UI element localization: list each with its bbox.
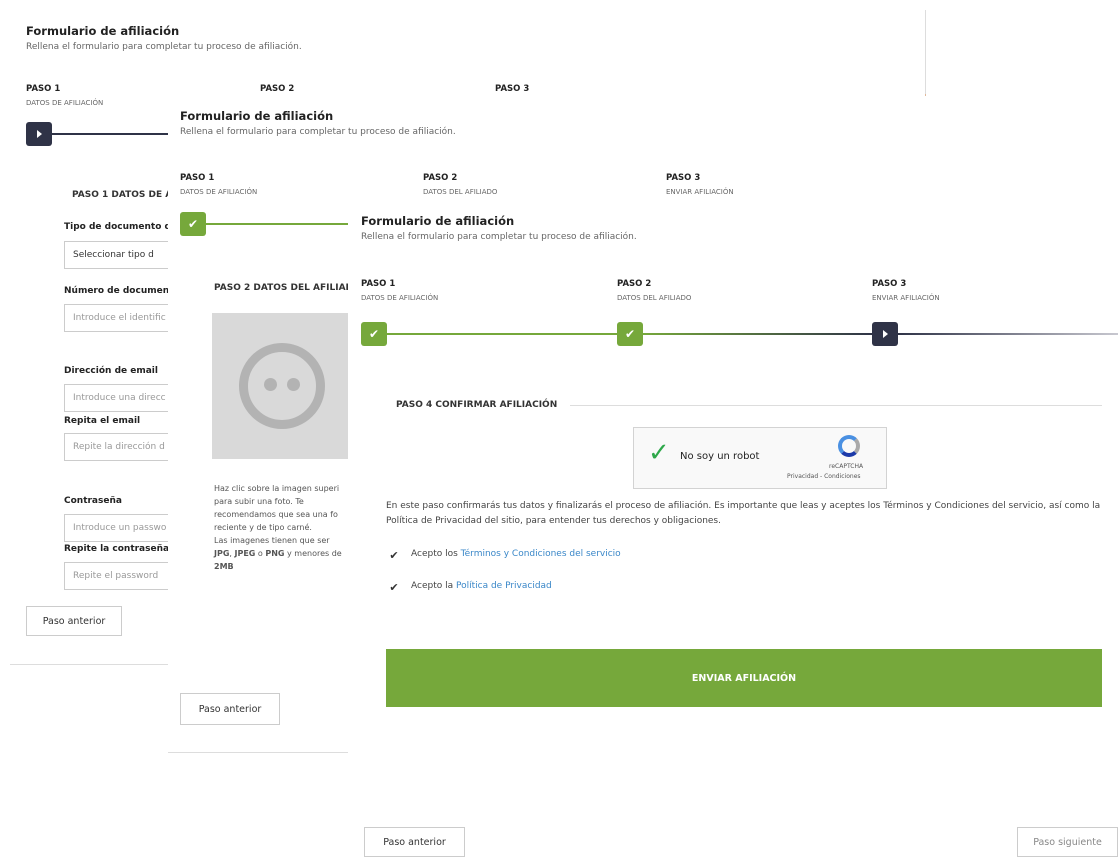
step-3-label: PASO 3 bbox=[495, 84, 530, 94]
submit-button[interactable]: ENVIAR AFILIACIÓN bbox=[386, 649, 1102, 707]
photo-help-text: Haz clic sobre la imagen superi para sub… bbox=[214, 484, 342, 571]
email-repeat-input[interactable]: Repite la dirección d bbox=[64, 433, 184, 461]
email-repeat-label: Repita el email bbox=[64, 416, 141, 426]
step-1-label: PASO 1 bbox=[26, 84, 61, 94]
photo-upload-area[interactable] bbox=[212, 313, 352, 459]
password-label: Contraseña bbox=[64, 496, 122, 506]
section-title: PASO 1 DATOS DE A bbox=[72, 190, 173, 200]
step-3-label: PASO 3 bbox=[872, 279, 907, 289]
progress-line-1 bbox=[387, 333, 617, 335]
step-1-done-node[interactable]: ✔ bbox=[361, 322, 387, 346]
divider bbox=[168, 752, 348, 753]
recaptcha-links[interactable]: Privacidad - Condiciones bbox=[787, 473, 861, 480]
step-1-current-node[interactable] bbox=[26, 122, 52, 146]
step-1-done-node[interactable]: ✔ bbox=[180, 212, 206, 236]
play-icon bbox=[882, 330, 888, 338]
play-icon bbox=[36, 130, 42, 138]
form-layer-step3: Formulario de afiliación Rellena el form… bbox=[348, 202, 1118, 857]
section-divider bbox=[570, 405, 1102, 406]
info-text: En este paso confirmarás tus datos y fin… bbox=[386, 501, 1101, 526]
privacy-text: Acepto la Política de Privacidad bbox=[411, 581, 552, 591]
password-input[interactable]: Introduce un passwo bbox=[64, 514, 184, 542]
form-title: Formulario de afiliación bbox=[26, 24, 180, 38]
next-step-button[interactable]: Paso siguiente bbox=[1017, 827, 1118, 857]
step-3-current-node[interactable] bbox=[872, 322, 898, 346]
step-2-label: PASO 2 bbox=[260, 84, 295, 94]
doc-type-select[interactable]: Seleccionar tipo d bbox=[64, 241, 184, 269]
step-1-sub: DATOS DE AFILIACIÓN bbox=[180, 188, 258, 196]
prev-step-button[interactable]: Paso anterior bbox=[364, 827, 465, 857]
email-label: Dirección de email bbox=[64, 366, 158, 376]
recaptcha-brand: reCAPTCHA bbox=[829, 463, 864, 470]
step-1-label: PASO 1 bbox=[361, 279, 396, 289]
progress-line bbox=[206, 223, 356, 225]
form-subtitle: Rellena el formulario para completar tu … bbox=[26, 42, 302, 52]
recaptcha-widget: ✓ No soy un robot reCAPTCHA Privacidad -… bbox=[633, 427, 887, 489]
recaptcha-logo-icon bbox=[838, 435, 860, 457]
terms-link[interactable]: Términos y Condiciones del servicio bbox=[461, 549, 621, 559]
step-2-done-node[interactable]: ✔ bbox=[617, 322, 643, 346]
progress-line-3 bbox=[898, 333, 1118, 335]
privacy-link[interactable]: Política de Privacidad bbox=[456, 581, 552, 591]
privacy-checkbox[interactable]: ✔ bbox=[388, 580, 400, 594]
password-repeat-label: Repite la contraseña bbox=[64, 544, 170, 554]
doc-number-input[interactable]: Introduce el identific bbox=[64, 304, 184, 332]
step-2-label: PASO 2 bbox=[423, 173, 458, 183]
step-3-sub: ENVIAR AFILIACIÓN bbox=[872, 294, 940, 302]
check-icon: ✔ bbox=[368, 327, 380, 341]
step-2-label: PASO 2 bbox=[617, 279, 652, 289]
check-icon: ✔ bbox=[389, 580, 399, 594]
section-title: PASO 2 DATOS DEL AFILIAD bbox=[214, 283, 354, 293]
prev-step-button[interactable]: Paso anterior bbox=[180, 693, 280, 725]
step-2-sub: DATOS DEL AFILIADO bbox=[423, 188, 498, 196]
form-subtitle: Rellena el formulario para completar tu … bbox=[180, 127, 456, 137]
check-icon: ✔ bbox=[624, 327, 636, 341]
step-3-label: PASO 3 bbox=[666, 173, 701, 183]
step-1-sub: DATOS DE AFILIACIÓN bbox=[26, 99, 104, 107]
password-repeat-input[interactable]: Repite el password bbox=[64, 562, 184, 590]
doc-number-label: Número de documen bbox=[64, 286, 170, 296]
step-1-label: PASO 1 bbox=[180, 173, 215, 183]
progress-line bbox=[52, 133, 182, 135]
prev-step-button[interactable]: Paso anterior bbox=[26, 606, 122, 636]
progress-line-2 bbox=[643, 333, 872, 335]
terms-checkbox[interactable]: ✔ bbox=[388, 548, 400, 562]
check-icon: ✔ bbox=[187, 217, 199, 231]
step-2-sub: DATOS DEL AFILIADO bbox=[617, 294, 692, 302]
section-title: PASO 4 CONFIRMAR AFILIACIÓN bbox=[396, 400, 558, 410]
step-3-sub: ENVIAR AFILIACIÓN bbox=[666, 188, 734, 196]
recaptcha-label: No soy un robot bbox=[680, 451, 760, 462]
email-input[interactable]: Introduce una direcc bbox=[64, 384, 184, 412]
checkmark-icon[interactable]: ✓ bbox=[648, 440, 670, 466]
form-title: Formulario de afiliación bbox=[361, 214, 515, 228]
check-icon: ✔ bbox=[389, 548, 399, 562]
avatar-placeholder-icon bbox=[239, 343, 325, 429]
form-title: Formulario de afiliación bbox=[180, 109, 334, 123]
step-1-sub: DATOS DE AFILIACIÓN bbox=[361, 294, 439, 302]
form-subtitle: Rellena el formulario para completar tu … bbox=[361, 232, 637, 242]
terms-text: Acepto los Términos y Condiciones del se… bbox=[411, 549, 621, 559]
doc-type-label: Tipo de documento d bbox=[64, 222, 171, 232]
